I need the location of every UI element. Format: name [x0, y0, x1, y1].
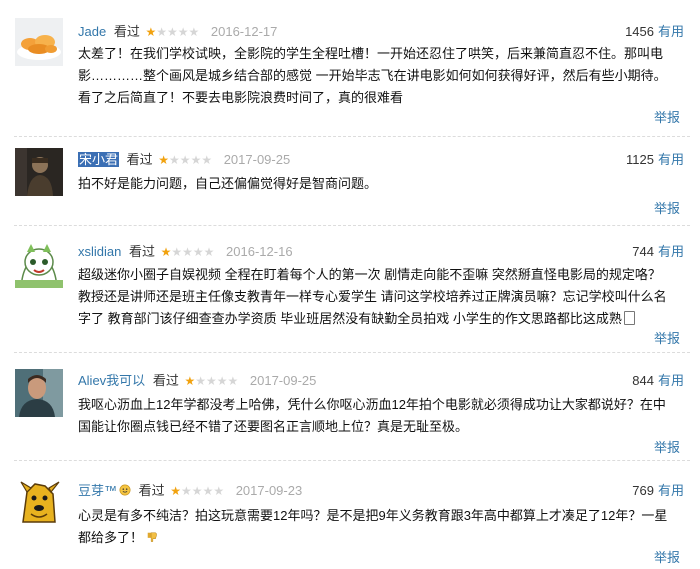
review-date: 2017-09-25 — [249, 373, 317, 388]
review-item: 宋小君 看过 ★★★★★ 2017-09-25 1125 有用 拍不好是能力问题，… — [0, 138, 700, 225]
review-header: Aliev我可以 看过 ★★★★★ 2017-09-25 844 有用 — [78, 371, 684, 391]
review-text: 超级迷你小圈子自娱视频 全程在盯着每个人的第一次 剧情走向能不歪嘛 突然掰直怪电… — [78, 267, 667, 326]
rating-stars: ★★★★★ — [145, 22, 199, 42]
review-text: 拍不好是能力问题，自己还偏偏觉得好是智商问题。 — [78, 176, 378, 191]
review-content: 心灵是有多不纯洁？拍这玩意需要12年吗？是不是把9年义务教育跟3年高中都算上才凑… — [78, 505, 676, 549]
useful-count: 844 — [632, 373, 654, 388]
username-link[interactable]: Jade — [78, 24, 106, 39]
star-empty-icon: ★★★★ — [171, 245, 215, 259]
useful-button[interactable]: 有用 — [658, 244, 684, 259]
report-link[interactable]: 举报 — [654, 198, 680, 217]
useful-count: 1125 — [626, 152, 654, 167]
watched-label: 看过 — [113, 24, 140, 39]
divider — [14, 352, 690, 353]
vote-area: 1456 有用 — [625, 22, 684, 42]
rating-stars: ★★★★★ — [184, 371, 238, 391]
review-item: Jade 看过 ★★★★★ 2016-12-17 1456 有用 太差了！在我们学… — [0, 0, 700, 138]
review-date: 2017-09-25 — [223, 152, 291, 167]
smiley-emoji-icon — [119, 484, 131, 496]
watched-label: 看过 — [138, 483, 165, 498]
rating-stars: ★★★★★ — [158, 150, 212, 170]
star-filled-icon: ★ — [158, 153, 170, 167]
useful-count: 769 — [632, 483, 654, 498]
username-link[interactable]: 豆芽™ — [78, 483, 117, 498]
report-link[interactable]: 举报 — [654, 547, 680, 566]
star-filled-icon: ★ — [145, 25, 157, 39]
review-header: 豆芽™ 看过 ★★★★★ 2017-09-23 769 有用 — [78, 481, 684, 501]
username-link[interactable]: Aliev我可以 — [78, 373, 145, 388]
avatar[interactable] — [15, 18, 63, 66]
useful-count: 744 — [632, 244, 654, 259]
star-filled-icon: ★ — [184, 374, 196, 388]
avatar[interactable] — [15, 148, 63, 196]
vote-area: 744 有用 — [632, 242, 684, 262]
avatar[interactable] — [15, 240, 63, 288]
useful-count: 1456 — [625, 24, 654, 39]
review-header: 宋小君 看过 ★★★★★ 2017-09-25 1125 有用 — [78, 150, 684, 170]
review-date: 2016-12-16 — [226, 244, 293, 259]
inline-image-icon — [623, 311, 635, 325]
vote-area: 1125 有用 — [626, 150, 684, 170]
review-date: 2017-09-23 — [235, 483, 303, 498]
report-link[interactable]: 举报 — [654, 328, 680, 347]
star-empty-icon: ★★★★ — [195, 374, 239, 388]
review-header: Jade 看过 ★★★★★ 2016-12-17 1456 有用 — [78, 22, 684, 42]
useful-button[interactable]: 有用 — [658, 373, 684, 388]
star-empty-icon: ★★★★ — [169, 153, 213, 167]
username-link[interactable]: xslidian — [78, 244, 121, 259]
report-link[interactable]: 举报 — [654, 107, 680, 126]
vote-area: 844 有用 — [632, 371, 684, 391]
watched-label: 看过 — [126, 152, 153, 167]
username-link[interactable]: 宋小君 — [78, 152, 120, 167]
star-empty-icon: ★★★★ — [156, 25, 200, 39]
thumbs-down-emoji-icon — [147, 532, 157, 542]
divider — [14, 136, 690, 137]
useful-button[interactable]: 有用 — [658, 24, 684, 39]
avatar[interactable] — [15, 369, 63, 417]
star-empty-icon: ★★★★ — [181, 484, 225, 498]
rating-stars: ★★★★★ — [161, 242, 215, 262]
review-content: 超级迷你小圈子自娱视频 全程在盯着每个人的第一次 剧情走向能不歪嘛 突然掰直怪电… — [78, 264, 676, 330]
review-item: 豆芽™ 看过 ★★★★★ 2017-09-23 769 有用 心灵是有多不纯洁？拍… — [0, 462, 700, 569]
report-link[interactable]: 举报 — [654, 437, 680, 456]
review-text: 心灵是有多不纯洁？拍这玩意需要12年吗？是不是把9年义务教育跟3年高中都算上才凑… — [78, 508, 668, 545]
rating-stars: ★★★★★ — [170, 481, 224, 501]
avatar[interactable] — [15, 478, 63, 526]
review-date: 2016-12-17 — [210, 24, 278, 39]
useful-button[interactable]: 有用 — [658, 152, 684, 167]
review-item: xslidian 看过 ★★★★★ 2016-12-16 744 有用 超级迷你小… — [0, 227, 700, 352]
vote-area: 769 有用 — [632, 481, 684, 501]
useful-button[interactable]: 有用 — [658, 483, 684, 498]
divider — [14, 225, 690, 226]
review-item: Aliev我可以 看过 ★★★★★ 2017-09-25 844 有用 我呕心沥血… — [0, 354, 700, 460]
divider — [14, 460, 690, 461]
review-text: 太差了！在我们学校试映，全影院的学生全程吐槽！一开始还忍住了哄笑，后来兼简直忍不… — [78, 46, 667, 105]
star-filled-icon: ★ — [160, 245, 172, 259]
watched-label: 看过 — [152, 373, 179, 388]
watched-label: 看过 — [128, 244, 155, 259]
review-header: xslidian 看过 ★★★★★ 2016-12-16 744 有用 — [78, 242, 684, 262]
star-filled-icon: ★ — [170, 484, 182, 498]
review-text: 我呕心沥血上12年学都没考上哈佛，凭什么你呕心沥血12年拍个电影就必须得成功让大… — [78, 397, 666, 434]
